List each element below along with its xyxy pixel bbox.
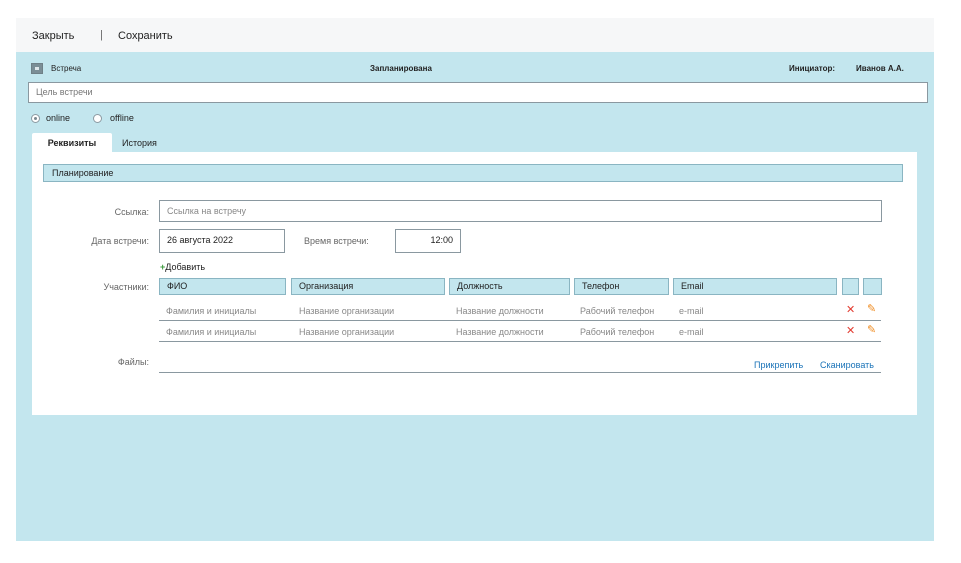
column-fio: ФИО	[159, 278, 286, 295]
cell-position: Название должности	[456, 327, 544, 337]
initiator-name: Иванов А.А.	[856, 64, 904, 73]
meeting-icon	[31, 63, 43, 74]
toolbar: Закрыть | Сохранить	[16, 18, 934, 52]
save-button[interactable]: Сохранить	[118, 30, 173, 42]
cell-organization: Название организации	[299, 306, 395, 316]
tab-requisites[interactable]: Реквизиты	[32, 133, 112, 153]
toolbar-separator: |	[100, 29, 103, 41]
column-organization: Организация	[291, 278, 445, 295]
cell-phone: Рабочий телефон	[580, 327, 655, 337]
files-label: Файлы:	[117, 357, 149, 367]
section-planning: Планирование	[43, 164, 903, 182]
radio-offline-label: offline	[110, 113, 134, 123]
close-button[interactable]: Закрыть	[32, 30, 74, 42]
delete-icon[interactable]: ✕	[846, 303, 855, 316]
cell-email: e-mail	[679, 327, 704, 337]
cell-fio: Фамилия и инициалы	[166, 306, 257, 316]
row-divider	[159, 320, 881, 321]
initiator-label: Инициатор:	[789, 64, 836, 73]
cell-organization: Название организации	[299, 327, 395, 337]
row-divider	[159, 341, 881, 342]
meeting-type-label: Встреча	[51, 64, 82, 73]
meeting-panel: Встреча Запланирована Инициатор: Иванов …	[16, 52, 934, 541]
cell-position: Название должности	[456, 306, 544, 316]
column-edit	[863, 278, 882, 295]
tab-history[interactable]: История	[122, 133, 157, 153]
add-participant-button[interactable]: +Добавить	[160, 262, 205, 272]
participants-label: Участники:	[103, 282, 150, 292]
cell-phone: Рабочий телефон	[580, 306, 655, 316]
pencil-icon[interactable]: ✎	[867, 323, 876, 336]
time-input[interactable]: 12:00	[395, 229, 461, 253]
scan-link[interactable]: Сканировать	[820, 360, 874, 370]
cell-fio: Фамилия и инициалы	[166, 327, 257, 337]
attach-link[interactable]: Прикрепить	[754, 360, 803, 370]
column-phone: Телефон	[574, 278, 669, 295]
delete-icon[interactable]: ✕	[846, 324, 855, 337]
date-label: Дата встречи:	[91, 236, 149, 246]
goal-input[interactable]: Цель встречи	[28, 82, 928, 103]
column-delete	[842, 278, 859, 295]
tab-content: Планирование Ссылка: Ссылка на встречу Д…	[32, 152, 917, 415]
meeting-link-input[interactable]: Ссылка на встречу	[159, 200, 882, 222]
radio-online-label: online	[46, 113, 71, 123]
link-label: Ссылка:	[114, 207, 149, 217]
status-badge: Запланирована	[370, 64, 432, 73]
radio-offline[interactable]	[93, 114, 102, 123]
date-input[interactable]: 26 августа 2022	[159, 229, 285, 253]
radio-online[interactable]	[31, 114, 40, 123]
time-label: Время встречи:	[304, 236, 369, 246]
pencil-icon[interactable]: ✎	[867, 302, 876, 315]
cell-email: e-mail	[679, 306, 704, 316]
add-participant-label: Добавить	[165, 262, 206, 272]
files-underline	[159, 372, 881, 373]
column-position: Должность	[449, 278, 570, 295]
column-email: Email	[673, 278, 837, 295]
